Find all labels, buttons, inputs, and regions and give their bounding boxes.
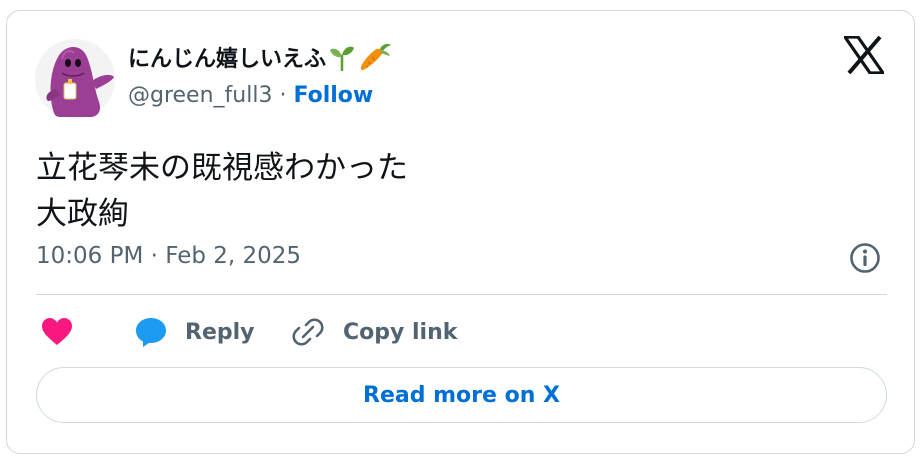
carrot-emoji-icon [358,42,392,72]
read-more-label: Read more on X [363,382,560,408]
like-button[interactable] [40,312,74,352]
reply-button[interactable]: Reply [133,312,255,352]
divider [36,294,887,295]
tweet-text-line: 大政絢 [36,196,129,232]
copy-link-label: Copy link [343,319,458,345]
user-handle[interactable]: @green_full3 [128,83,272,108]
link-icon [292,318,324,346]
follow-button[interactable]: Follow [293,83,373,108]
display-name-text: にんじん嬉しいえふ [128,47,327,72]
read-more-button[interactable]: Read more on X [36,367,887,423]
handle-separator: · [279,83,287,108]
display-name[interactable]: にんじん嬉しいえふ [128,41,392,73]
info-icon[interactable] [849,242,881,274]
heart-icon [42,318,72,345]
copy-link-button[interactable]: Copy link [290,312,457,352]
timestamp[interactable]: 10:06 PM · Feb 2, 2025 [36,243,301,269]
handle-line: @green_full3 · Follow [128,83,373,108]
seedling-emoji-icon [329,43,355,71]
speech-bubble-icon [136,318,166,347]
reply-label: Reply [185,319,255,345]
x-logo-icon[interactable] [844,36,884,74]
tweet-text: 立花琴未の既視感わかった 大政絢 [36,145,408,237]
tweet-text-line: 立花琴未の既視感わかった [36,150,408,186]
avatar[interactable] [34,37,116,119]
